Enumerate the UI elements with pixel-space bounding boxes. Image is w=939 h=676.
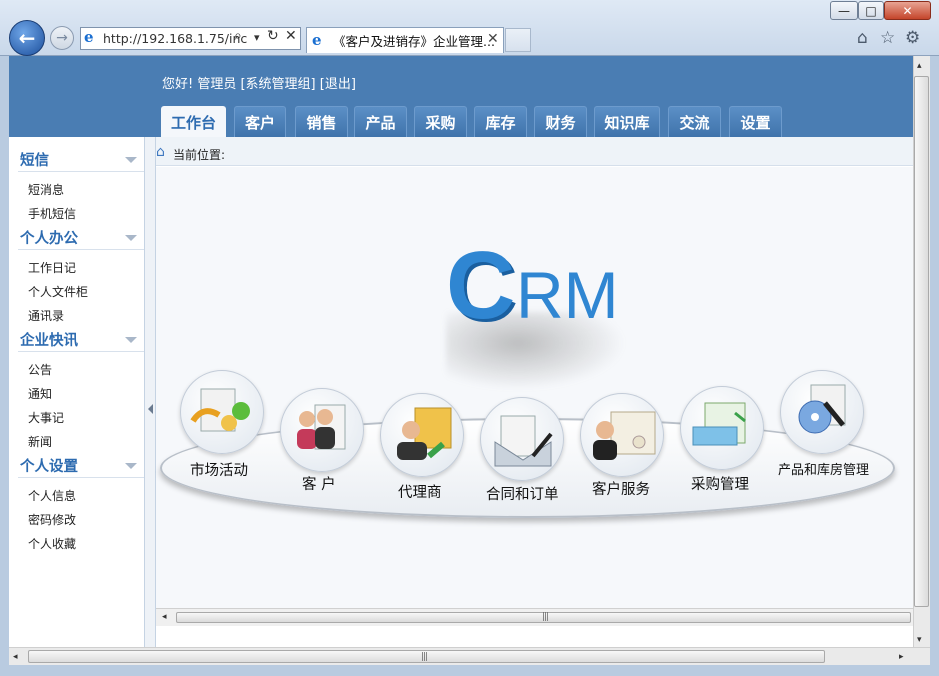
sidebar-item-news[interactable]: 新闻 — [28, 433, 52, 450]
search-icon[interactable]: ⌕ — [234, 28, 242, 44]
chevron-down-icon[interactable] — [125, 157, 137, 163]
refresh-icon[interactable]: ↻ — [267, 28, 279, 44]
breadcrumb — [156, 137, 913, 166]
sidebar-item-favorites[interactable]: 个人收藏 — [28, 535, 76, 552]
chevron-down-icon[interactable] — [125, 235, 137, 241]
module-label-agent[interactable]: 代理商 — [398, 481, 442, 502]
divider — [18, 351, 144, 352]
tab-knowledge[interactable]: 知识库 — [594, 106, 660, 137]
module-label-product-warehouse[interactable]: 产品和库房管理 — [778, 459, 869, 478]
divider — [18, 477, 144, 478]
new-tab-button[interactable] — [505, 28, 531, 52]
module-label-customer[interactable]: 客 户 — [302, 473, 336, 494]
product-warehouse-icon[interactable] — [780, 370, 864, 454]
tab-customers[interactable]: 客户 — [234, 106, 286, 137]
maximize-button[interactable]: □ — [858, 1, 884, 20]
sidebar-section-news[interactable]: 企业快讯 — [20, 329, 78, 350]
vertical-scroll-thumb[interactable] — [914, 76, 929, 607]
chevron-down-icon[interactable] — [125, 463, 137, 469]
forward-button[interactable]: → — [50, 26, 74, 50]
tab-workbench[interactable]: 工作台 — [161, 106, 226, 137]
sidebar-item-mobile-sms[interactable]: 手机短信 — [28, 205, 76, 222]
sidebar-item-address-book[interactable]: 通讯录 — [28, 307, 64, 324]
customer-icon[interactable] — [280, 388, 364, 472]
module-label-customer-service[interactable]: 客户服务 — [592, 478, 650, 499]
dropdown-icon[interactable]: ▾ — [254, 31, 260, 44]
ie-page-icon: e — [84, 28, 94, 46]
tab-inventory[interactable]: 库存 — [474, 106, 527, 137]
sidebar-item-messages[interactable]: 短消息 — [28, 181, 64, 198]
sidebar-section-personal-settings[interactable]: 个人设置 — [20, 455, 78, 476]
favorites-icon[interactable]: ☆ — [880, 28, 895, 48]
tab-finance[interactable]: 财务 — [534, 106, 587, 137]
back-button[interactable]: ← — [9, 20, 45, 56]
tab-sales[interactable]: 销售 — [295, 106, 348, 137]
crm-logo-rm: RM — [516, 258, 619, 332]
tab-settings[interactable]: 设置 — [729, 106, 782, 137]
sidebar-splitter[interactable] — [145, 137, 156, 647]
module-label-marketing[interactable]: 市场活动 — [190, 459, 248, 480]
scroll-grip-icon: ||| — [542, 612, 549, 622]
sidebar-section-personal-office[interactable]: 个人办公 — [20, 227, 78, 248]
agent-icon[interactable] — [380, 393, 464, 477]
sidebar-item-password[interactable]: 密码修改 — [28, 511, 76, 528]
sidebar-item-notice[interactable]: 通知 — [28, 385, 52, 402]
tab-ie-icon: e — [312, 31, 322, 49]
sidebar-section-sms[interactable]: 短信 — [20, 149, 49, 170]
greeting-text: 您好! 管理员 [系统管理组] [退出] — [162, 77, 356, 92]
page-scroll-grip-icon: ||| — [421, 652, 428, 662]
sidebar-item-memorabilia[interactable]: 大事记 — [28, 409, 64, 426]
crm-logo-c: C — [446, 232, 516, 339]
module-label-purchase[interactable]: 采购管理 — [691, 473, 749, 494]
sidebar-item-announcement[interactable]: 公告 — [28, 361, 52, 378]
home-breadcrumb-icon: ⌂ — [156, 144, 165, 160]
purchase-management-icon[interactable] — [680, 386, 764, 470]
divider — [18, 171, 144, 172]
chevron-down-icon[interactable] — [125, 337, 137, 343]
page-scroll-left-arrow[interactable]: ◂ — [13, 652, 18, 662]
module-label-contract-order[interactable]: 合同和订单 — [486, 483, 559, 504]
collapse-left-icon[interactable] — [148, 404, 153, 414]
customer-service-icon[interactable] — [580, 393, 664, 477]
sidebar-item-file-cabinet[interactable]: 个人文件柜 — [28, 283, 88, 300]
home-icon[interactable]: ⌂ — [857, 28, 868, 48]
tab-purchase[interactable]: 采购 — [414, 106, 467, 137]
sidebar-item-personal-info[interactable]: 个人信息 — [28, 487, 76, 504]
sidebar-item-work-diary[interactable]: 工作日记 — [28, 259, 76, 276]
minimize-button[interactable]: — — [830, 1, 858, 20]
page-scroll-right-arrow[interactable]: ▸ — [899, 652, 904, 662]
scroll-down-arrow[interactable]: ▾ — [917, 635, 922, 645]
scroll-up-arrow[interactable]: ▴ — [917, 61, 922, 71]
tab-close-icon[interactable]: ✕ — [487, 31, 499, 47]
divider — [18, 249, 144, 250]
scroll-left-arrow[interactable]: ◂ — [162, 612, 167, 622]
browser-tab[interactable]: 《客户及进销存》企业管理... — [306, 27, 504, 53]
tab-products[interactable]: 产品 — [354, 106, 407, 137]
tab-communication[interactable]: 交流 — [668, 106, 721, 137]
stop-icon[interactable]: ✕ — [285, 28, 297, 44]
breadcrumb-label: 当前位置: — [173, 148, 226, 162]
marketing-activity-icon[interactable] — [180, 370, 264, 454]
close-window-button[interactable]: ✕ — [884, 1, 931, 20]
tools-gear-icon[interactable]: ⚙ — [905, 28, 920, 48]
contract-order-icon[interactable] — [480, 397, 564, 481]
